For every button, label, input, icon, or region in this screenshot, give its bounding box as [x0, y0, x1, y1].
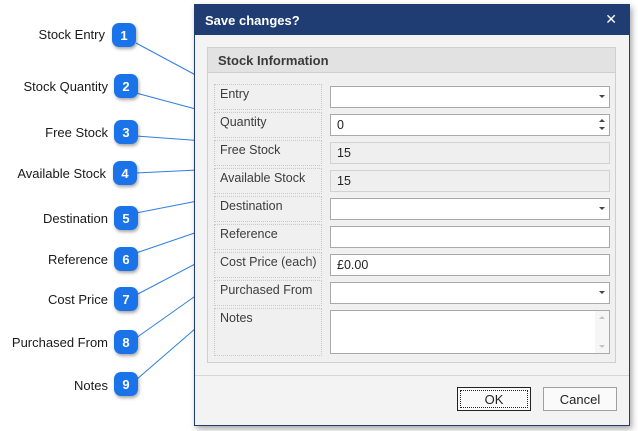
quantity-row: Quantity 0: [214, 112, 610, 138]
callout-badge-3: 3: [114, 120, 138, 144]
reference-input[interactable]: [330, 226, 610, 248]
callout-badge-1: 1: [112, 23, 136, 47]
entry-combobox[interactable]: [330, 86, 610, 108]
chevron-down-icon[interactable]: [599, 207, 605, 210]
chevron-down-icon[interactable]: [599, 291, 605, 294]
scroll-up-icon[interactable]: [599, 316, 605, 319]
cost-price-row: Cost Price (each) £0.00: [214, 252, 610, 278]
callout-badge-5: 5: [114, 206, 138, 230]
close-icon[interactable]: ✕: [605, 11, 617, 28]
callout-label-purchased-from: Purchased From: [11, 335, 108, 350]
callout-label-stock-quantity: Stock Quantity: [23, 79, 108, 94]
quantity-stepper[interactable]: 0: [330, 114, 610, 136]
purchased-from-combobox[interactable]: [330, 282, 610, 304]
group-header: Stock Information: [208, 48, 615, 73]
spin-down-icon[interactable]: [599, 127, 605, 130]
scroll-down-icon[interactable]: [599, 345, 605, 348]
free-stock-value: 15: [337, 146, 351, 160]
cost-price-label: Cost Price (each): [214, 252, 322, 278]
footer-divider: [195, 375, 629, 376]
callout-badge-2: 2: [114, 74, 138, 98]
dialog-title: Save changes?: [205, 13, 300, 28]
stock-information-group: Stock Information Entry Quantity 0 Free …: [207, 47, 616, 363]
callout-label-available-stock: Available Stock: [17, 166, 106, 181]
callout-badge-8: 8: [114, 330, 138, 354]
entry-label: Entry: [214, 84, 322, 110]
callout-badge-9: 9: [114, 372, 138, 396]
group-title: Stock Information: [218, 53, 329, 68]
cost-price-value: £0.00: [337, 258, 369, 272]
cost-price-input[interactable]: £0.00: [330, 254, 610, 276]
destination-label: Destination: [214, 196, 322, 222]
callout-badge-7: 7: [114, 287, 138, 311]
free-stock-label: Free Stock: [214, 140, 322, 166]
quantity-label: Quantity: [214, 112, 322, 138]
ok-button[interactable]: OK: [457, 387, 531, 411]
save-changes-dialog: Save changes? ✕ Stock Information Entry …: [194, 4, 630, 426]
reference-label: Reference: [214, 224, 322, 250]
notes-label: Notes: [214, 308, 322, 356]
notes-textarea[interactable]: [330, 310, 610, 354]
spin-up-icon[interactable]: [599, 119, 605, 122]
purchased-from-row: Purchased From: [214, 280, 610, 306]
quantity-value: 0: [337, 118, 344, 132]
free-stock-row: Free Stock 15: [214, 140, 610, 166]
dialog-titlebar[interactable]: Save changes? ✕: [195, 5, 629, 35]
destination-row: Destination: [214, 196, 610, 222]
callout-label-notes: Notes: [74, 378, 108, 393]
reference-row: Reference: [214, 224, 610, 250]
callout-label-reference: Reference: [48, 252, 108, 267]
available-stock-value: 15: [337, 174, 351, 188]
callout-label-destination: Destination: [42, 211, 108, 226]
free-stock-field: 15: [330, 142, 610, 164]
callout-label-cost-price: Cost Price: [48, 292, 108, 307]
notes-scrollbar[interactable]: [595, 311, 609, 353]
purchased-from-label: Purchased From: [214, 280, 322, 306]
cancel-button[interactable]: Cancel: [543, 387, 617, 411]
entry-row: Entry: [214, 84, 610, 110]
callout-label-free-stock: Free Stock: [45, 125, 108, 140]
callout-badge-6: 6: [114, 247, 138, 271]
destination-combobox[interactable]: [330, 198, 610, 220]
available-stock-row: Available Stock 15: [214, 168, 610, 194]
available-stock-field: 15: [330, 170, 610, 192]
available-stock-label: Available Stock: [214, 168, 322, 194]
notes-row: Notes: [214, 308, 610, 356]
chevron-down-icon[interactable]: [599, 95, 605, 98]
callout-badge-4: 4: [113, 161, 137, 185]
callout-label-stock-entry: Stock Entry: [38, 27, 105, 42]
